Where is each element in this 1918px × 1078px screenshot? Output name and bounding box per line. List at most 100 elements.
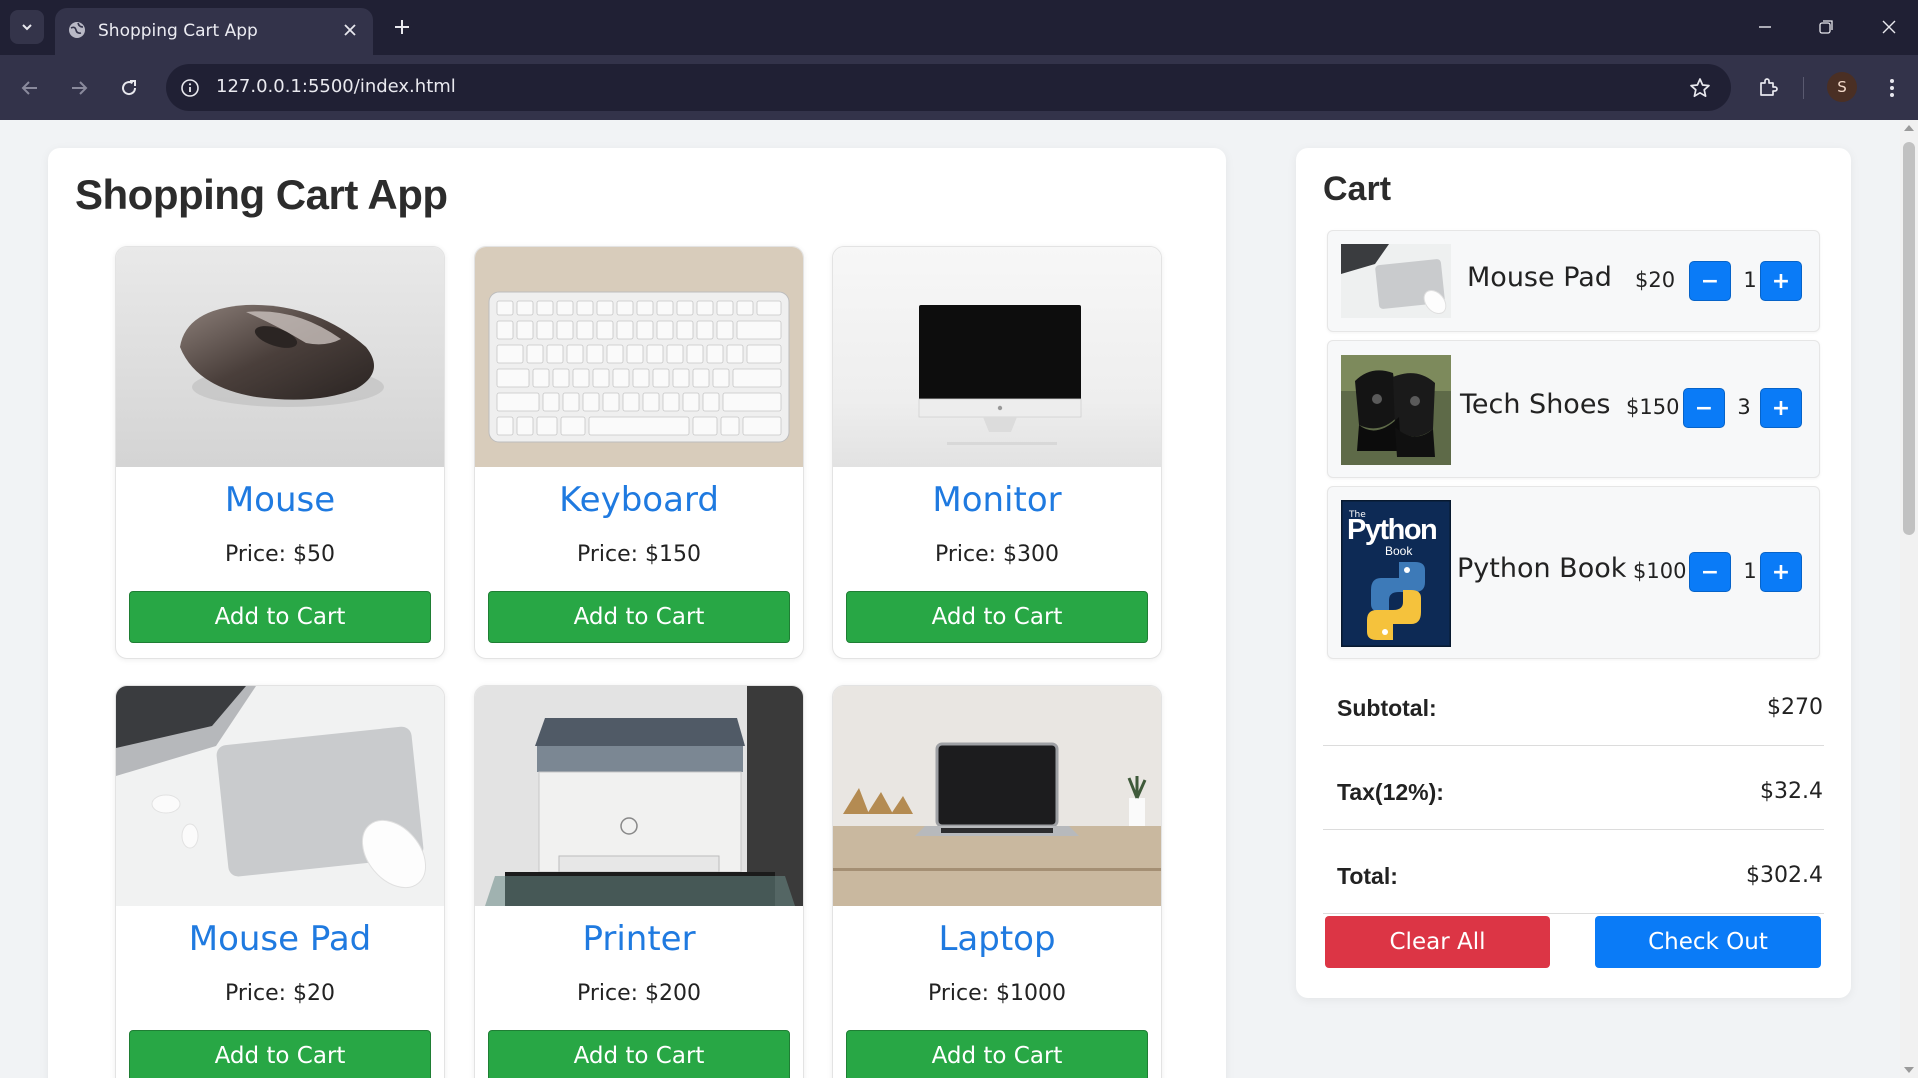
add-to-cart-button[interactable]: Add to Cart bbox=[129, 1030, 431, 1078]
product-name: Printer bbox=[582, 919, 696, 959]
subtotal-row: Subtotal: $270 bbox=[1323, 674, 1824, 746]
tab-close-button[interactable] bbox=[339, 19, 361, 41]
add-to-cart-button[interactable]: Add to Cart bbox=[129, 591, 431, 643]
cart-item: Mouse Pad $20 − 1 + bbox=[1327, 230, 1820, 332]
browser-menu-button[interactable] bbox=[1877, 73, 1907, 103]
add-to-cart-button[interactable]: Add to Cart bbox=[846, 1030, 1148, 1078]
toolbar-divider bbox=[1803, 77, 1804, 99]
scrollbar-thumb[interactable] bbox=[1903, 142, 1915, 535]
product-card-mouse-pad: Mouse Pad Price: $20 Add to Cart bbox=[115, 685, 445, 1078]
cart-item: The Python Book Python Book $100 − 1 + bbox=[1327, 486, 1820, 659]
info-icon bbox=[181, 79, 199, 97]
product-price: Price: $20 bbox=[224, 981, 336, 1006]
monitor-image bbox=[833, 247, 1161, 467]
product-name: Keyboard bbox=[559, 480, 719, 520]
cart-title: Cart bbox=[1323, 170, 1392, 208]
quantity-value: 1 bbox=[1743, 268, 1757, 292]
increase-quantity-button[interactable]: + bbox=[1760, 388, 1802, 428]
product-price: Price: $200 bbox=[576, 981, 702, 1006]
product-card-laptop: Laptop Price: $1000 Add to Cart bbox=[832, 685, 1162, 1078]
tax-label: Tax(12%): bbox=[1337, 779, 1444, 805]
product-price: Price: $50 bbox=[224, 542, 336, 567]
minimize-button[interactable] bbox=[1750, 12, 1780, 42]
plus-icon bbox=[395, 20, 409, 34]
product-name: Laptop bbox=[938, 919, 1056, 959]
keyboard-image bbox=[475, 247, 803, 467]
product-price: Price: $150 bbox=[576, 542, 702, 567]
tax-value: $32.4 bbox=[1760, 779, 1823, 804]
book-cover-subtitle: Book bbox=[1385, 544, 1413, 558]
increase-quantity-button[interactable]: + bbox=[1760, 261, 1802, 301]
scroll-up-arrow-icon[interactable] bbox=[1904, 125, 1914, 131]
add-to-cart-button[interactable]: Add to Cart bbox=[488, 591, 790, 643]
bookmark-button[interactable] bbox=[1687, 75, 1713, 101]
cart-item-thumbnail bbox=[1341, 244, 1451, 318]
page-scrollbar[interactable] bbox=[1900, 120, 1918, 1078]
subtotal-value: $270 bbox=[1767, 695, 1823, 720]
subtotal-label: Subtotal: bbox=[1337, 695, 1437, 721]
url-text: 127.0.0.1:5500/index.html bbox=[216, 76, 456, 97]
cart-item-name: Python Book bbox=[1457, 553, 1627, 584]
cart-item-name: Tech Shoes bbox=[1460, 389, 1611, 420]
checkout-button[interactable]: Check Out bbox=[1595, 916, 1821, 968]
address-bar[interactable]: 127.0.0.1:5500/index.html bbox=[166, 64, 1731, 111]
window-close-button[interactable] bbox=[1874, 12, 1904, 42]
cart-item-thumbnail bbox=[1341, 355, 1451, 465]
increase-quantity-button[interactable]: + bbox=[1760, 552, 1802, 592]
star-icon bbox=[1690, 78, 1710, 98]
tab-title: Shopping Cart App bbox=[98, 21, 258, 41]
restore-button[interactable] bbox=[1811, 12, 1841, 42]
menu-icon bbox=[1890, 79, 1894, 97]
total-label: Total: bbox=[1337, 863, 1398, 889]
restore-icon bbox=[1819, 20, 1833, 34]
page-viewport: Shopping Cart App Mouse Price: $50 Add t… bbox=[0, 120, 1900, 1078]
product-name: Mouse Pad bbox=[188, 919, 372, 959]
browser-toolbar: 127.0.0.1:5500/index.html S bbox=[0, 55, 1918, 120]
product-price: Price: $300 bbox=[934, 542, 1060, 567]
tab-search-button[interactable] bbox=[10, 10, 44, 44]
page-title: Shopping Cart App bbox=[75, 171, 448, 218]
close-icon bbox=[344, 24, 356, 36]
forward-button[interactable] bbox=[64, 73, 94, 103]
mouse-pad-image bbox=[116, 686, 444, 906]
total-value: $302.4 bbox=[1746, 863, 1823, 888]
site-info-button[interactable] bbox=[178, 76, 202, 100]
printer-image bbox=[475, 686, 803, 906]
cart-item-name: Mouse Pad bbox=[1467, 262, 1612, 293]
add-to-cart-button[interactable]: Add to Cart bbox=[846, 591, 1148, 643]
browser-tab-strip: Shopping Cart App bbox=[0, 0, 1918, 55]
product-card-keyboard: Keyboard Price: $150 Add to Cart bbox=[474, 246, 804, 659]
back-button[interactable] bbox=[15, 73, 45, 103]
decrease-quantity-button[interactable]: − bbox=[1689, 552, 1731, 592]
scroll-down-arrow-icon[interactable] bbox=[1904, 1067, 1914, 1073]
cart-item: Tech Shoes $150 − 3 + bbox=[1327, 340, 1820, 478]
extensions-icon bbox=[1760, 78, 1778, 96]
cart-item-price: $100 bbox=[1633, 559, 1687, 583]
product-card-monitor: Monitor Price: $300 Add to Cart bbox=[832, 246, 1162, 659]
product-card-printer: Printer Price: $200 Add to Cart bbox=[474, 685, 804, 1078]
quantity-value: 1 bbox=[1743, 559, 1757, 583]
cart-item-price: $150 bbox=[1626, 395, 1680, 419]
forward-icon bbox=[72, 81, 88, 95]
book-cover-title: Python bbox=[1347, 514, 1438, 546]
profile-avatar[interactable]: S bbox=[1827, 72, 1857, 102]
active-tab[interactable]: Shopping Cart App bbox=[55, 8, 373, 55]
window-close-icon bbox=[1882, 20, 1896, 34]
tax-row: Tax(12%): $32.4 bbox=[1323, 746, 1824, 830]
product-card-mouse: Mouse Price: $50 Add to Cart bbox=[115, 246, 445, 659]
globe-icon bbox=[69, 22, 85, 38]
decrease-quantity-button[interactable]: − bbox=[1683, 388, 1725, 428]
new-tab-button[interactable] bbox=[389, 14, 415, 40]
minimize-icon bbox=[1759, 26, 1771, 28]
products-panel: Shopping Cart App Mouse Price: $50 Add t… bbox=[48, 148, 1226, 1078]
clear-all-button[interactable]: Clear All bbox=[1325, 916, 1550, 968]
reload-button[interactable] bbox=[114, 73, 144, 103]
decrease-quantity-button[interactable]: − bbox=[1689, 261, 1731, 301]
product-price: Price: $1000 bbox=[927, 981, 1067, 1006]
extensions-button[interactable] bbox=[1753, 73, 1783, 103]
total-row: Total: $302.4 bbox=[1323, 830, 1824, 914]
reload-icon bbox=[122, 80, 137, 96]
add-to-cart-button[interactable]: Add to Cart bbox=[488, 1030, 790, 1078]
quantity-value: 3 bbox=[1737, 395, 1751, 419]
cart-item-price: $20 bbox=[1635, 268, 1676, 292]
